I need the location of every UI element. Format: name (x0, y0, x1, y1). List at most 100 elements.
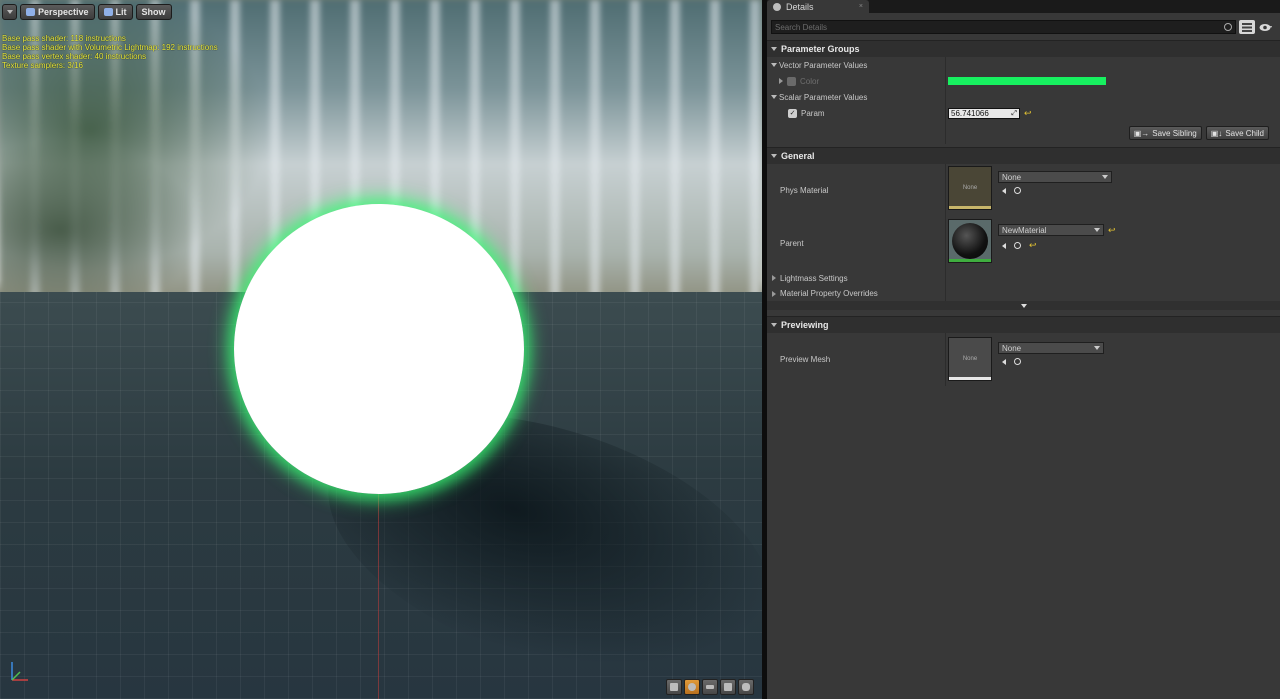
collapse-icon (771, 63, 777, 67)
view-cube-button[interactable] (720, 679, 736, 695)
thumbnail-text: None (962, 356, 978, 362)
view-plane-button[interactable] (702, 679, 718, 695)
category-title: General (781, 151, 815, 161)
color-override-checkbox[interactable] (787, 76, 796, 86)
parent-row: Parent NewMaterial ↩ ↩ (767, 217, 1280, 270)
preview-mesh-row: Preview Mesh None None (767, 333, 1280, 386)
param-value-field[interactable]: 56.741066 ⤢ (948, 108, 1020, 119)
tab-details[interactable]: Details × (767, 0, 869, 13)
asset-color-bar (949, 377, 991, 380)
color-label: Color (800, 76, 820, 86)
collapse-icon (771, 95, 777, 99)
search-input[interactable] (775, 22, 1224, 32)
browse-icon[interactable] (1014, 242, 1021, 249)
material-property-overrides-row[interactable]: Material Property Overrides (767, 286, 1280, 301)
cylinder-icon (670, 683, 678, 691)
shader-stats: Base pass shader: 118 instructions Base … (2, 34, 218, 70)
browse-icon[interactable] (1014, 187, 1021, 194)
save-child-label: Save Child (1225, 128, 1264, 138)
category-general[interactable]: General (767, 147, 1280, 164)
asset-color-bar (949, 206, 991, 209)
param-value: 56.741066 (951, 109, 989, 118)
lit-button[interactable]: Lit (97, 4, 133, 20)
viewport-toolbar: Perspective Lit Show (2, 4, 172, 20)
column-divider (945, 286, 946, 301)
material-sphere-icon (952, 223, 988, 259)
param-row: ✓ Param 56.741066 ⤢ ↩ (767, 105, 1280, 122)
chevron-down-icon (1094, 346, 1100, 350)
reset-to-default-icon[interactable]: ↩ (1108, 225, 1116, 236)
chevron-down-icon (6, 10, 13, 14)
category-previewing[interactable]: Previewing (767, 316, 1280, 333)
expand-icon (772, 275, 776, 281)
save-icon: ▣↓ (1210, 128, 1223, 138)
use-selected-icon[interactable] (998, 242, 1006, 249)
view-sphere-button[interactable] (684, 679, 700, 695)
phys-material-label: Phys Material (780, 186, 829, 195)
eye-icon (1259, 23, 1272, 31)
asset-color-bar (949, 259, 991, 262)
grid-icon (1242, 22, 1252, 32)
collapse-icon (771, 47, 777, 51)
vector-parameter-values-row[interactable]: Vector Parameter Values (767, 57, 1280, 73)
parent-thumbnail[interactable] (948, 219, 992, 263)
combo-value: None (1002, 172, 1022, 182)
lit-icon (103, 8, 113, 16)
color-swatch[interactable] (948, 77, 1106, 85)
collapse-icon (771, 323, 777, 327)
reset-to-default-icon[interactable]: ↩ (1029, 240, 1037, 251)
scalar-parameter-values-row[interactable]: Scalar Parameter Values (767, 89, 1280, 105)
preview-mesh-combo[interactable]: None (998, 342, 1104, 354)
phys-material-thumbnail[interactable]: None (948, 166, 992, 210)
tab-bar: Details × (767, 0, 1280, 13)
chevron-down-icon (1094, 228, 1100, 232)
drag-arrows-icon: ⤢ (1011, 109, 1017, 117)
view-options-button[interactable] (1258, 20, 1274, 34)
parent-label: Parent (780, 239, 804, 248)
stat-line: Base pass shader with Volumetric Lightma… (2, 43, 218, 52)
group-label: Vector Parameter Values (779, 60, 868, 70)
viewport[interactable]: Perspective Lit Show Base pass shader: 1… (0, 0, 762, 699)
property-matrix-button[interactable] (1239, 20, 1255, 34)
axis-gizmo-icon (11, 662, 28, 681)
lightmass-label: Lightmass Settings (780, 273, 848, 283)
chevron-down-icon (1102, 175, 1108, 179)
thumbnail-text: None (962, 185, 978, 191)
color-parameter-row: Color (767, 73, 1280, 89)
viewport-options-button[interactable] (2, 4, 17, 20)
phys-material-combo[interactable]: None (998, 171, 1112, 183)
preview-mesh-label: Preview Mesh (780, 355, 831, 364)
overrides-label: Material Property Overrides (780, 289, 878, 298)
combo-value: NewMaterial (1002, 225, 1047, 235)
expand-icon[interactable] (779, 78, 783, 84)
stat-line: Texture samplers: 3/16 (2, 61, 83, 70)
column-divider (945, 270, 946, 286)
lightmass-settings-row[interactable]: Lightmass Settings (767, 270, 1280, 286)
advanced-expander[interactable] (767, 301, 1280, 310)
use-selected-icon[interactable] (998, 358, 1006, 365)
perspective-button[interactable]: Perspective (20, 4, 95, 20)
reset-to-default-icon[interactable]: ↩ (1024, 108, 1032, 119)
column-divider (945, 122, 946, 144)
close-icon[interactable]: × (859, 3, 863, 10)
browse-icon[interactable] (1014, 358, 1021, 365)
sphere-icon (688, 683, 696, 691)
phys-material-row: Phys Material None None (767, 164, 1280, 217)
category-parameter-groups[interactable]: Parameter Groups (767, 40, 1280, 57)
save-icon: ▣→ (1133, 128, 1150, 138)
view-cylinder-button[interactable] (666, 679, 682, 695)
show-label: Show (141, 7, 166, 17)
show-button[interactable]: Show (135, 4, 172, 20)
param-override-checkbox[interactable]: ✓ (788, 109, 797, 118)
save-sibling-button[interactable]: ▣→ Save Sibling (1128, 126, 1202, 140)
search-box[interactable] (771, 20, 1236, 34)
parent-combo[interactable]: NewMaterial (998, 224, 1104, 236)
lit-label: Lit (115, 7, 127, 17)
save-child-button[interactable]: ▣↓ Save Child (1205, 126, 1269, 140)
collapse-icon (771, 154, 777, 158)
perspective-icon (26, 8, 35, 16)
preview-mesh-thumbnail[interactable]: None (948, 337, 992, 381)
use-selected-icon[interactable] (998, 187, 1006, 194)
stat-line: Base pass shader: 118 instructions (2, 34, 126, 43)
view-teapot-button[interactable] (738, 679, 754, 695)
